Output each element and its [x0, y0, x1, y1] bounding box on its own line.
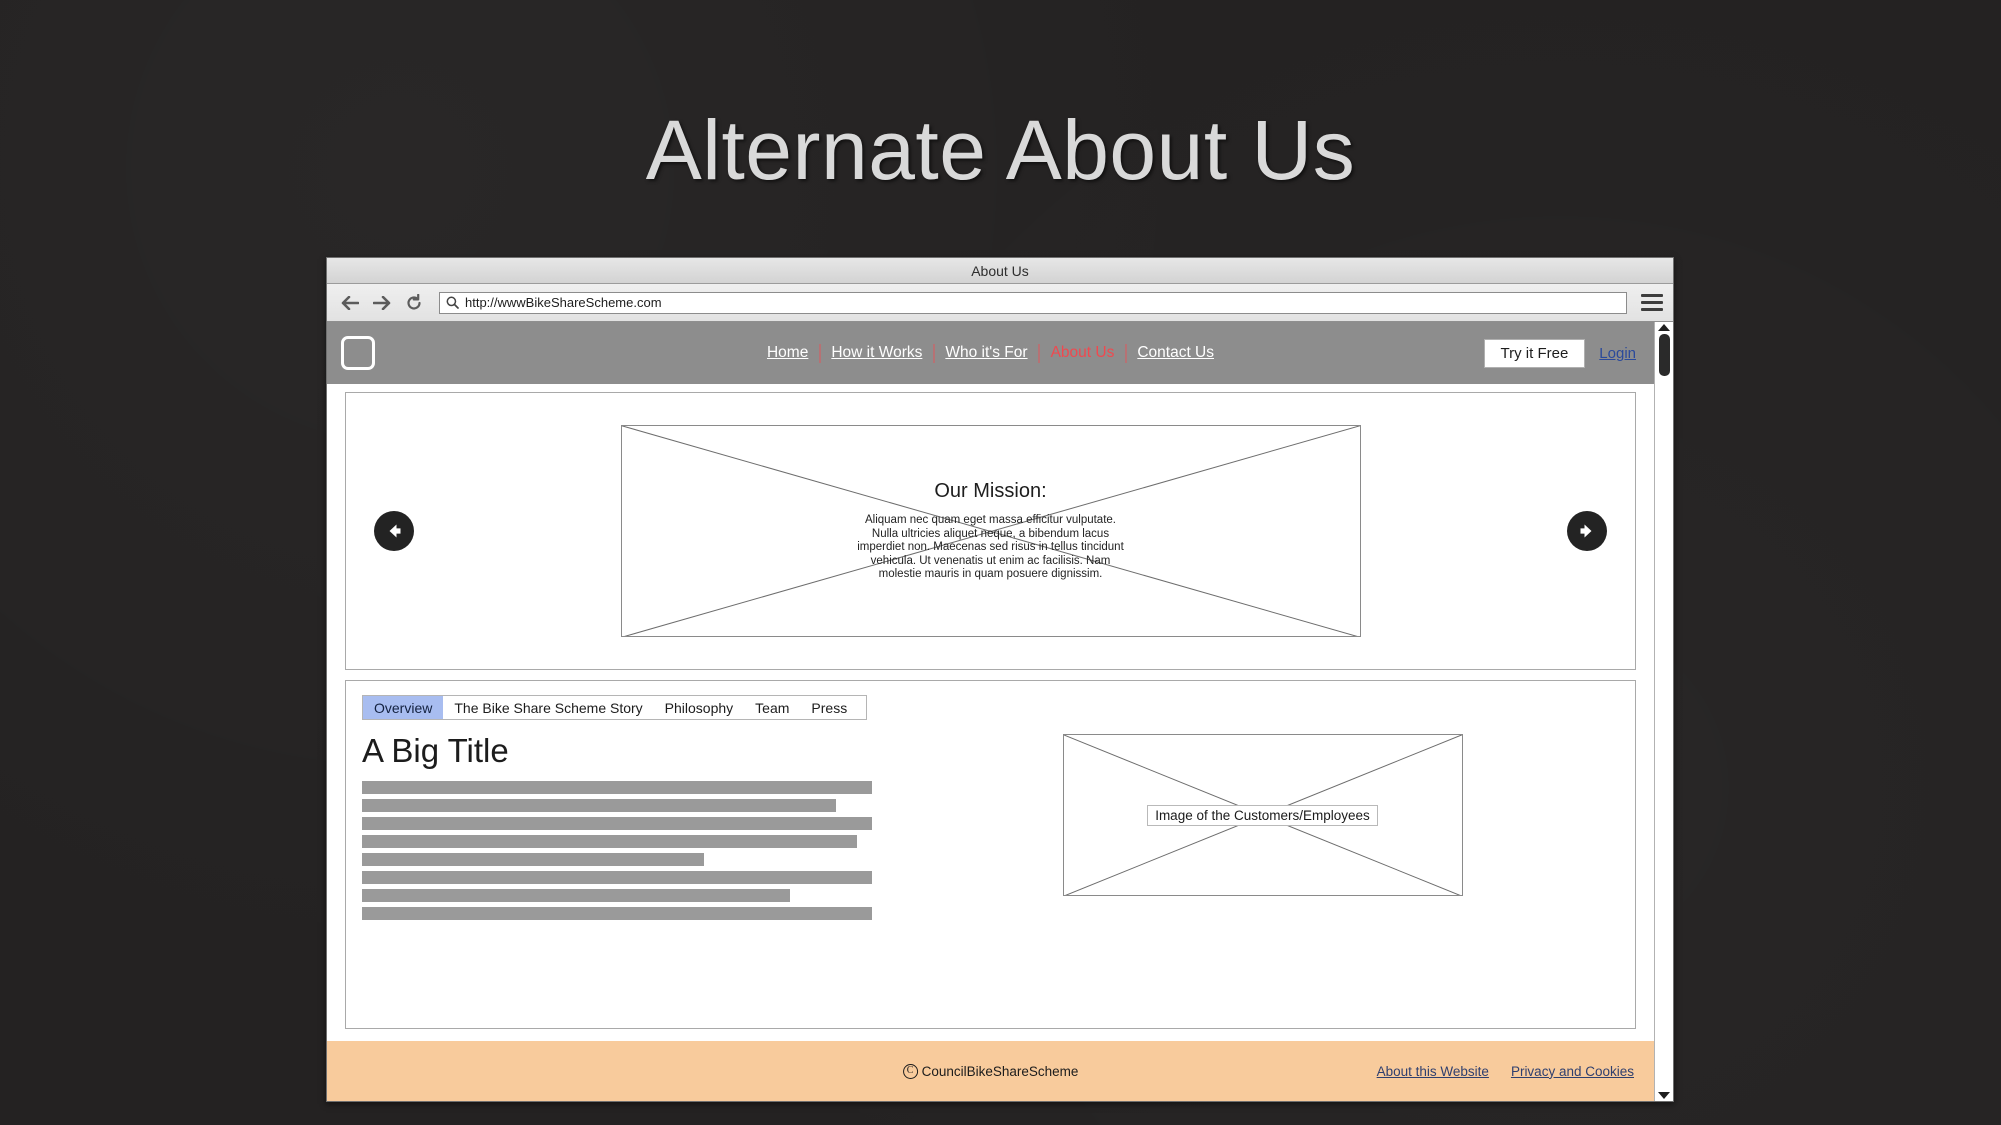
footer-link-privacy-and-cookies[interactable]: Privacy and Cookies [1511, 1064, 1634, 1079]
mission-heading: Our Mission: [934, 480, 1047, 503]
browser-viewport: Home How it Works Who it's For About Us … [327, 322, 1673, 1101]
nav-item-home[interactable]: Home [756, 344, 819, 362]
copyright-icon: C [902, 1063, 918, 1079]
copyright-text: CouncilBikeShareScheme [921, 1063, 1079, 1079]
tab-bar: Overview The Bike Share Scheme Story Phi… [362, 695, 868, 720]
carousel-slide-content: Our Mission: Aliquam nec quam eget massa… [622, 480, 1360, 582]
tab-philosophy[interactable]: Philosophy [654, 696, 745, 719]
text-placeholder-bar [362, 780, 872, 794]
site-header: Home How it Works Who it's For About Us … [327, 322, 1654, 384]
text-placeholder-bar [362, 888, 791, 902]
panel-image-column: Image of the Customers/Employees [906, 734, 1619, 1018]
login-link[interactable]: Login [1599, 345, 1636, 362]
browser-window: About Us http://wwwBikeShareScheme.com H… [326, 257, 1674, 1102]
nav-item-about-us[interactable]: About Us [1040, 344, 1126, 362]
nav-item-how-it-works[interactable]: How it Works [820, 344, 933, 362]
scroll-up-arrow-icon[interactable] [1658, 324, 1670, 331]
image-placeholder-caption: Image of the Customers/Employees [1147, 804, 1378, 826]
scrollbar-thumb[interactable] [1659, 334, 1670, 376]
url-bar[interactable]: http://wwwBikeShareScheme.com [439, 291, 1627, 314]
forward-arrow-icon[interactable] [371, 292, 393, 314]
reload-icon[interactable] [403, 292, 425, 314]
panel-body: A Big Title Image of the Customers/Emplo… [362, 732, 1619, 1018]
tab-team[interactable]: Team [744, 696, 800, 719]
arrow-right-icon[interactable] [1567, 511, 1607, 551]
browser-title-bar: About Us [327, 258, 1673, 284]
hamburger-menu-icon[interactable] [1641, 292, 1663, 314]
main-navigation: Home How it Works Who it's For About Us … [756, 343, 1225, 363]
copyright: C CouncilBikeShareScheme [902, 1063, 1079, 1079]
mission-line: imperdiet non. Maecenas sed risus in tel… [857, 541, 1124, 554]
carousel-slide: Our Mission: Aliquam nec quam eget massa… [620, 425, 1361, 637]
about-panel: Overview The Bike Share Scheme Story Phi… [345, 680, 1636, 1029]
logo-placeholder-icon[interactable] [341, 336, 375, 370]
mission-line: Aliquam nec quam eget massa efficitur vu… [864, 514, 1116, 527]
text-placeholder-bar [362, 798, 837, 812]
text-placeholder-bar [362, 852, 704, 866]
scrollbar-track[interactable] [1655, 334, 1673, 1089]
footer-links: About this Website Privacy and Cookies [1377, 1064, 1634, 1079]
content-title: A Big Title [362, 732, 509, 769]
text-placeholder-bar [362, 906, 872, 920]
page-title: Alternate About Us [645, 103, 1356, 197]
nav-item-who-its-for[interactable]: Who it's For [934, 344, 1038, 362]
mission-line: Nulla ultricies aliquet neque, a bibendu… [871, 527, 1110, 540]
url-text: http://wwwBikeShareScheme.com [465, 295, 662, 310]
text-placeholder-bar [362, 816, 872, 830]
nav-item-contact-us[interactable]: Contact Us [1126, 344, 1225, 362]
text-placeholder-bar [362, 834, 857, 848]
site-footer: C CouncilBikeShareScheme About this Webs… [327, 1041, 1654, 1101]
back-arrow-icon[interactable] [339, 292, 361, 314]
image-placeholder: Image of the Customers/Employees [1062, 734, 1463, 896]
browser-window-title: About Us [971, 262, 1029, 279]
header-actions: Try it Free Login [1483, 338, 1636, 368]
page-scrollbar[interactable] [1654, 322, 1673, 1101]
text-placeholder-bar [362, 870, 872, 884]
hero-carousel: Our Mission: Aliquam nec quam eget massa… [345, 392, 1636, 670]
browser-toolbar: http://wwwBikeShareScheme.com [327, 284, 1673, 322]
tab-overview[interactable]: Overview [363, 696, 444, 719]
panel-text-column: A Big Title [362, 732, 872, 1018]
scroll-down-arrow-icon[interactable] [1658, 1092, 1670, 1099]
text-placeholder-bars [362, 780, 872, 920]
tab-press[interactable]: Press [800, 696, 858, 719]
tab-story[interactable]: The Bike Share Scheme Story [443, 696, 653, 719]
search-icon [446, 296, 459, 309]
footer-link-about-this-website[interactable]: About this Website [1377, 1064, 1489, 1079]
arrow-left-icon[interactable] [374, 511, 414, 551]
try-it-free-button[interactable]: Try it Free [1483, 338, 1586, 368]
mission-line: molestie mauris in quam posuere dignissi… [878, 568, 1103, 581]
mission-line: vehicula. Ut venenatis ut enim ac facili… [870, 554, 1111, 567]
mission-body: Aliquam nec quam eget massa efficitur vu… [791, 514, 1191, 582]
tab-bar-end-pad [858, 696, 866, 719]
web-page: Home How it Works Who it's For About Us … [327, 322, 1654, 1101]
